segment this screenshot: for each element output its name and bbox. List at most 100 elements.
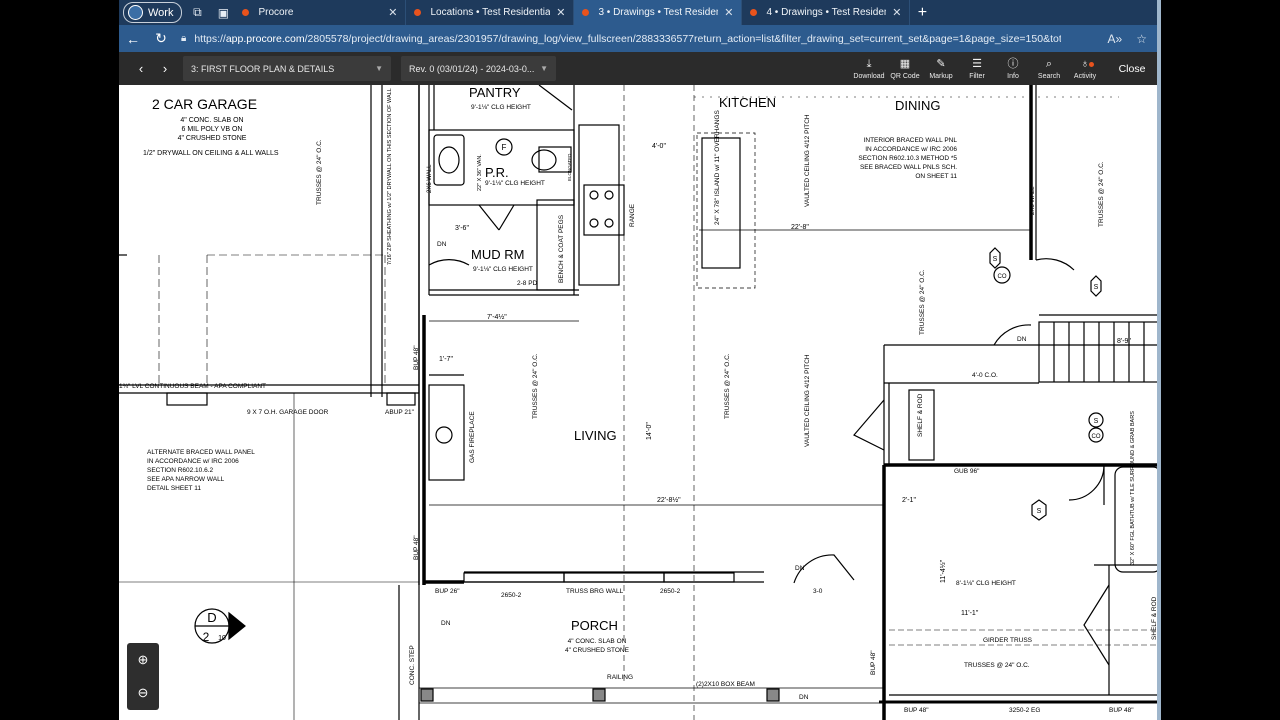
tab-title: Procore [258,7,294,18]
lock-icon: 🔒︎ [181,33,187,44]
zoom-out-icon[interactable]: ⊖ [132,682,154,704]
tag-s-3: S [1094,418,1099,425]
url-path: /2805578/project/drawing_areas/2301957/d… [304,32,1061,45]
truss-brg-note: TRUSS BRG WALL [566,588,624,595]
info-tool-button[interactable]: ⓘ Info [995,58,1031,85]
drawing-canvas[interactable]: 2 CAR GARAGE 4" CONC. SLAB ON 6 MIL POLY… [119,85,1161,720]
tool-label: Search [1037,73,1061,80]
vertical-tabs-icon[interactable]: ▣ [212,3,234,23]
garage-door-note: 9 X 7 O.H. GARAGE DOOR [247,409,329,416]
tab-locations[interactable]: Locations • Test Residential Proje... ✕ [406,0,575,25]
elongated-note: ELONGATED [567,153,572,181]
tag-f: F [502,143,507,152]
braced-wall-note-5: ON SHEET 11 [915,173,957,180]
back-arrow-icon[interactable]: ← [119,31,147,47]
tab-procore[interactable]: Procore ✕ [234,0,407,25]
wall-2x6-note-2: 2X6 WALL [1030,186,1036,215]
close-button[interactable]: Close [1103,63,1161,75]
procore-favicon-icon [242,9,250,16]
url-field[interactable]: 🔒︎ https://app.procore.com/2805578/proje… [181,28,1061,49]
close-tab-icon[interactable]: ✕ [388,6,397,19]
download-tool-button[interactable]: ⤓ Download [851,58,887,85]
wall-2x6-note-1: 2X6 WALL [427,164,433,193]
vaulted-ceiling-kitchen: VAULTED CEILING 4/12 PITCH [804,114,811,207]
alt-braced-note-3: SECTION R602.10.6.2 [147,467,213,474]
window-edge [1157,0,1161,720]
filter-icon: ☰ [972,58,982,70]
tool-label: Filter [969,73,985,80]
trusses-note-dining: TRUSSES @ 24" O.C. [919,269,926,335]
browser-window: Work ⧉ ▣ Procore ✕ Locations • Test Resi… [119,0,1161,720]
dim-11-4: 11'-4½" [939,559,947,583]
tag-s-1: S [993,256,998,263]
alt-braced-note-4: SEE APA NARROW WALL [147,476,225,483]
refresh-icon[interactable]: ↻ [147,30,175,47]
dn-porch: DN [441,620,451,627]
pantry-clg-note: 9'-1⅛" CLG HEIGHT [471,104,531,111]
qr-code-tool-button[interactable]: ▦ QR Code [887,58,923,85]
bup-48-label-bottom: BUP 48" [904,707,929,714]
new-tab-button[interactable]: + [910,4,934,22]
close-tab-icon[interactable]: ✕ [892,6,901,19]
room-label-porch: PORCH [571,618,618,633]
room-label-pantry: PANTRY [469,85,521,100]
tab-title: 4 • Drawings • Test Residential Pr... [766,7,886,18]
porch-slab-note-1: 4" CONC. SLAB ON [568,638,627,645]
railing-note: RAILING [607,674,633,681]
mud-clg-note: 9'-1⅛" CLG HEIGHT [473,266,533,273]
tab-title: Locations • Test Residential Proje... [430,7,551,18]
braced-wall-note-1: INTERIOR BRACED WALL PNL [864,137,958,144]
dn-porch-right: DN [799,694,809,701]
profile-button[interactable]: Work [123,2,183,23]
workspaces-icon[interactable]: ⧉ [186,3,208,23]
procore-favicon-icon [750,9,758,16]
zoom-in-icon[interactable]: ⊕ [132,649,154,671]
search-tool-button[interactable]: ⌕ Search [1031,58,1067,85]
next-drawing-icon[interactable]: › [155,61,175,76]
floor-plan-drawing: 2 CAR GARAGE 4" CONC. SLAB ON 6 MIL POLY… [119,85,1161,720]
drywall-note: 1/2" DRYWALL ON CEILING & ALL WALLS [143,150,279,157]
tool-label: Activity [1073,73,1097,80]
bup-26-label: BUP 26" [435,588,460,595]
revision-select-value: Rev. 0 (03/01/24) - 2024-03-0... [409,63,535,74]
room-label-mud: MUD RM [471,247,524,262]
markup-tool-button[interactable]: ✎ Markup [923,58,959,85]
section-marker-sheet: 10 [218,635,226,642]
tool-label: Info [1007,73,1019,80]
close-tab-icon[interactable]: ✕ [724,6,733,19]
lvl-beam-note: 1¾" LVL CONTINUOUS BEAM - APA COMPLIANT [119,383,266,390]
section-marker-letter: D [207,610,216,625]
read-aloud-icon[interactable]: A» [1108,32,1123,46]
girder-truss-note: GIRDER TRUSS [983,637,1033,644]
dim-4-0-co: 4'-0 C.O. [972,372,998,379]
chevron-down-icon: ▼ [375,64,383,73]
procore-favicon-icon [582,9,590,16]
tag-s-4: S [1037,508,1042,515]
box-beam-note: (2)2X10 BOX BEAM [696,681,755,688]
url-host: app.procore.com [225,32,305,45]
drawing-select-value: 3: FIRST FLOOR PLAN & DETAILS [191,63,335,74]
previous-drawing-icon[interactable]: ‹ [131,61,151,76]
drawing-select[interactable]: 3: FIRST FLOOR PLAN & DETAILS ▼ [183,56,391,81]
qr-code-icon: ▦ [899,58,911,70]
close-tab-icon[interactable]: ✕ [556,6,565,19]
chevron-down-icon: ▼ [540,64,548,73]
dim-2-8-pd: 2-8 PD [517,280,538,287]
revision-select[interactable]: Rev. 0 (03/01/24) - 2024-03-0... ▼ [401,56,556,81]
tab-drawings-3[interactable]: 3 • Drawings • Test Residential Pr... ✕ [574,0,743,25]
tag-s-2: S [1094,284,1099,291]
address-bar: ← ↻ 🔒︎ https://app.procore.com/2805578/p… [119,25,1161,52]
gas-fireplace-note: GAS FIREPLACE [469,411,476,463]
favorite-star-icon[interactable]: ☆ [1136,32,1147,46]
section-marker-num: 2 [203,630,210,644]
viewer-toolbar: ‹ › 3: FIRST FLOOR PLAN & DETAILS ▼ Rev.… [119,52,1161,85]
trusses-note-right: TRUSSES @ 24" O.C. [1098,161,1105,227]
tag-co-1: CO [998,274,1007,280]
tab-drawings-4[interactable]: 4 • Drawings • Test Residential Pr... ✕ [742,0,911,25]
alt-braced-note-5: DETAIL SHEET 11 [147,485,201,492]
range-note: RANGE [629,203,636,227]
activity-tool-button[interactable]: ♁ Activity [1067,58,1103,85]
dim-8-9: 8'-9" [1117,338,1131,345]
room-label-dining: DINING [895,98,941,113]
filter-tool-button[interactable]: ☰ Filter [959,58,995,85]
